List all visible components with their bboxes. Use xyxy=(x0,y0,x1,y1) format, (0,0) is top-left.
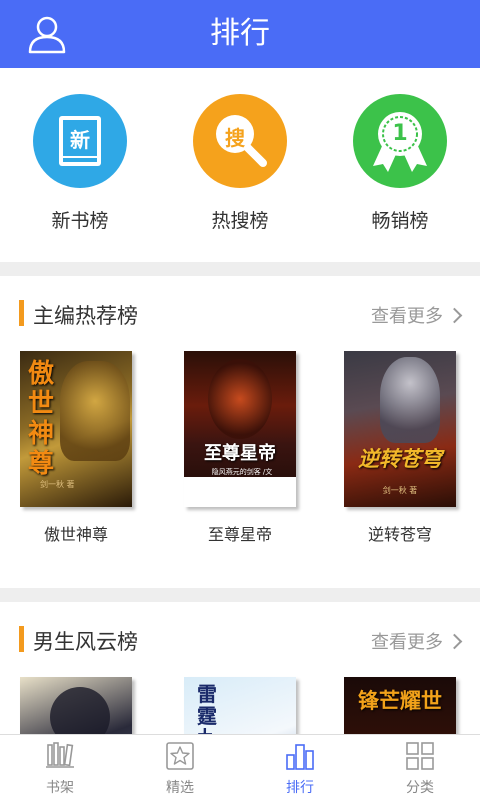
cover-figure xyxy=(380,357,440,443)
editor-picks-section: 主编热荐榜 查看更多 傲世神尊 剑一秋 著 傲世神尊 至尊星帝 隐风燕元的剑客 … xyxy=(0,276,480,588)
book-title: 逆转苍穹 xyxy=(367,525,432,544)
book-cover: 至尊星帝 隐风燕元的剑客 /文 xyxy=(184,351,296,507)
rank-label-bestseller: 畅销榜 xyxy=(371,210,429,232)
cover-figure xyxy=(50,687,110,734)
book-card[interactable]: 至尊星帝 隐风燕元的剑客 /文 至尊星帝 xyxy=(184,351,296,545)
section-accent-bar xyxy=(19,626,24,652)
book-cover: 雷霆九天 xyxy=(184,677,296,734)
see-more-link[interactable]: 查看更多 xyxy=(371,302,463,328)
cover-title-text: 逆转苍穹 xyxy=(358,446,442,471)
male-ranking-section: 男生风云榜 查看更多 雷霆九天 锋芒耀世 xyxy=(0,602,480,734)
ranking-icon xyxy=(286,744,314,770)
book-cover xyxy=(20,677,132,734)
chevron-right-icon xyxy=(446,633,463,649)
tab-ranking[interactable]: 排行 xyxy=(240,735,360,800)
book-card[interactable]: 逆转苍穹 剑一秋 著 逆转苍穹 xyxy=(344,351,456,545)
rank-hot-search[interactable]: 搜 热搜榜 xyxy=(160,94,320,233)
tab-label: 精选 xyxy=(166,780,194,796)
tab-label: 排行 xyxy=(286,780,314,796)
book-title: 傲世神尊 xyxy=(43,525,108,544)
rank-label-new: 新书榜 xyxy=(51,210,109,232)
search-magnifier-icon: 搜 xyxy=(193,94,287,188)
tab-featured[interactable]: 精选 xyxy=(120,735,240,800)
tab-category[interactable]: 分类 xyxy=(360,735,480,800)
rank-category-panel: 新 新书榜 搜 热搜榜 1 畅销榜 xyxy=(0,68,480,262)
cover-title-text: 至尊星帝 xyxy=(204,443,276,464)
see-more-link[interactable]: 查看更多 xyxy=(371,628,463,654)
chevron-right-icon xyxy=(446,307,463,323)
header-bar: 排行 xyxy=(0,0,480,68)
medal-icon: 1 xyxy=(353,94,447,188)
section-title: 男生风云榜 xyxy=(33,630,138,654)
cover-author-text: 剑一秋 著 xyxy=(40,480,75,489)
cover-figure xyxy=(208,359,272,439)
cover-title-text: 傲世神尊 xyxy=(27,359,54,479)
book-cover: 逆转苍穹 剑一秋 著 xyxy=(344,351,456,507)
cover-title-text: 雷霆九天 xyxy=(197,682,217,734)
book-title: 至尊星帝 xyxy=(207,525,272,544)
search-badge-text: 搜 xyxy=(225,126,245,150)
section-accent-bar xyxy=(19,300,24,326)
see-more-label: 查看更多 xyxy=(371,632,443,653)
rank-label-hot: 热搜榜 xyxy=(211,210,269,232)
cover-footer xyxy=(184,477,296,507)
book-card[interactable] xyxy=(20,677,132,734)
rank-bestseller[interactable]: 1 畅销榜 xyxy=(320,94,480,233)
book-cover: 傲世神尊 剑一秋 著 xyxy=(20,351,132,507)
tab-label: 分类 xyxy=(406,780,434,796)
see-more-label: 查看更多 xyxy=(371,306,443,327)
book-cover: 锋芒耀世 xyxy=(344,677,456,734)
section-title: 主编热荐榜 xyxy=(33,304,138,328)
star-icon xyxy=(166,742,194,770)
book-card[interactable]: 雷霆九天 xyxy=(184,677,296,734)
new-badge-text: 新 xyxy=(70,128,90,152)
medal-badge-text: 1 xyxy=(392,121,408,146)
book-card[interactable]: 傲世神尊 剑一秋 著 傲世神尊 xyxy=(20,351,132,545)
book-card[interactable]: 锋芒耀世 xyxy=(344,677,456,734)
cover-author-text: 隐风燕元的剑客 /文 xyxy=(211,468,273,476)
tab-bookshelf[interactable]: 书架 xyxy=(0,735,120,800)
new-book-icon: 新 xyxy=(33,94,127,188)
bottom-tab-bar: 书架 精选 排行 分类 xyxy=(0,734,480,800)
cover-figure xyxy=(60,361,130,461)
page-title: 排行 xyxy=(210,16,270,51)
cover-title-text: 锋芒耀世 xyxy=(358,688,442,713)
bookshelf-icon xyxy=(46,742,74,768)
rank-new-books[interactable]: 新 新书榜 xyxy=(0,94,160,233)
tab-label: 书架 xyxy=(46,780,74,796)
grid-icon xyxy=(406,742,434,770)
cover-author-text: 剑一秋 著 xyxy=(382,486,418,495)
